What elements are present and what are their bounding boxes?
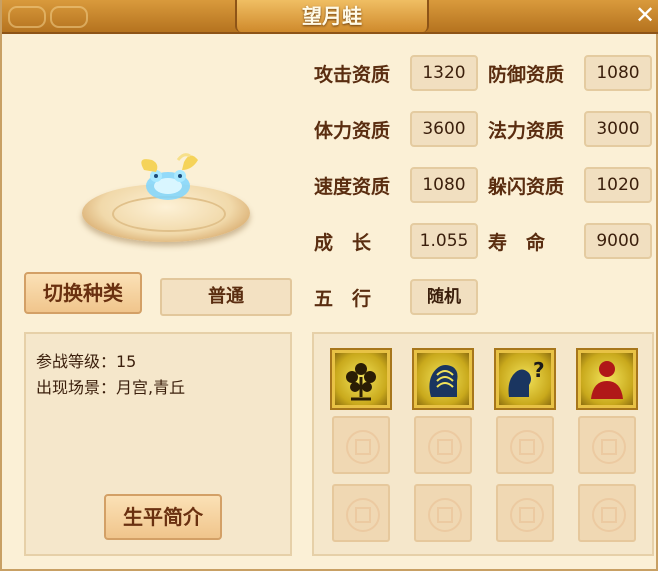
battle-level-text: 参战等级：15 bbox=[36, 352, 137, 371]
mind-head-icon bbox=[429, 365, 458, 397]
empty-skill-slot[interactable] bbox=[578, 416, 636, 474]
moon-frog-model bbox=[141, 153, 198, 200]
stat-label-hp: 体力资质 bbox=[314, 120, 391, 142]
stat-value-speed: 1080 bbox=[410, 167, 478, 203]
empty-skill-slot[interactable] bbox=[332, 484, 390, 542]
stat-value-defense: 1080 bbox=[584, 55, 652, 91]
left-ornament bbox=[8, 6, 46, 28]
stat-value-lifespan: 9000 bbox=[584, 223, 652, 259]
pet-display bbox=[72, 130, 262, 260]
skill-slot-4[interactable] bbox=[578, 350, 636, 408]
stat-value-growth: 1.055 bbox=[410, 223, 478, 259]
skill-slot-3[interactable]: ? bbox=[496, 350, 554, 408]
close-icon[interactable]: ✕ bbox=[632, 2, 658, 28]
biography-button[interactable]: 生平简介 bbox=[104, 494, 222, 540]
window-title: 望月蛙 bbox=[235, 0, 429, 32]
stat-label-element: 五 行 bbox=[314, 288, 372, 310]
stat-label-defense: 防御资质 bbox=[488, 64, 565, 86]
stat-value-attack: 1320 bbox=[410, 55, 478, 91]
empty-skill-slot[interactable] bbox=[578, 484, 636, 542]
left-ornament-2 bbox=[50, 6, 88, 28]
question-head-icon: ? bbox=[508, 358, 545, 397]
stat-label-mp: 法力资质 bbox=[488, 120, 565, 142]
stat-label-growth: 成 长 bbox=[314, 232, 372, 254]
figure-icon bbox=[591, 361, 623, 399]
switch-type-button[interactable]: 切换种类 bbox=[24, 272, 142, 314]
tree-icon bbox=[346, 363, 376, 401]
skill-slot-1[interactable] bbox=[332, 350, 390, 408]
stat-value-element: 随机 bbox=[410, 279, 478, 315]
stat-value-hp: 3600 bbox=[410, 111, 478, 147]
empty-skill-slot[interactable] bbox=[496, 484, 554, 542]
empty-skill-slot[interactable] bbox=[414, 484, 472, 542]
location-text: 出现场景：月宫,青丘 bbox=[36, 378, 186, 397]
stat-value-dodge: 1020 bbox=[584, 167, 652, 203]
empty-skill-slot[interactable] bbox=[414, 416, 472, 474]
stat-label-dodge: 躲闪资质 bbox=[488, 176, 565, 198]
svg-text:?: ? bbox=[533, 358, 545, 382]
skill-slot-2[interactable] bbox=[414, 350, 472, 408]
skill-panel: ? bbox=[312, 332, 654, 556]
empty-skill-slot[interactable] bbox=[496, 416, 554, 474]
stat-value-mp: 3000 bbox=[584, 111, 652, 147]
stat-label-speed: 速度资质 bbox=[314, 176, 391, 198]
stat-label-attack: 攻击资质 bbox=[314, 64, 391, 86]
stat-label-lifespan: 寿 命 bbox=[488, 232, 546, 254]
pet-info-window: 望月蛙 ✕ 切换种类 普通 攻击资质 1320 防御资质 1080 体力资质 3… bbox=[0, 0, 658, 571]
empty-skill-slot[interactable] bbox=[332, 416, 390, 474]
title-bar: 望月蛙 ✕ bbox=[2, 0, 658, 34]
pet-info-panel: 参战等级：15 出现场景：月宫,青丘 生平简介 bbox=[24, 332, 292, 556]
type-value-field: 普通 bbox=[160, 278, 292, 316]
